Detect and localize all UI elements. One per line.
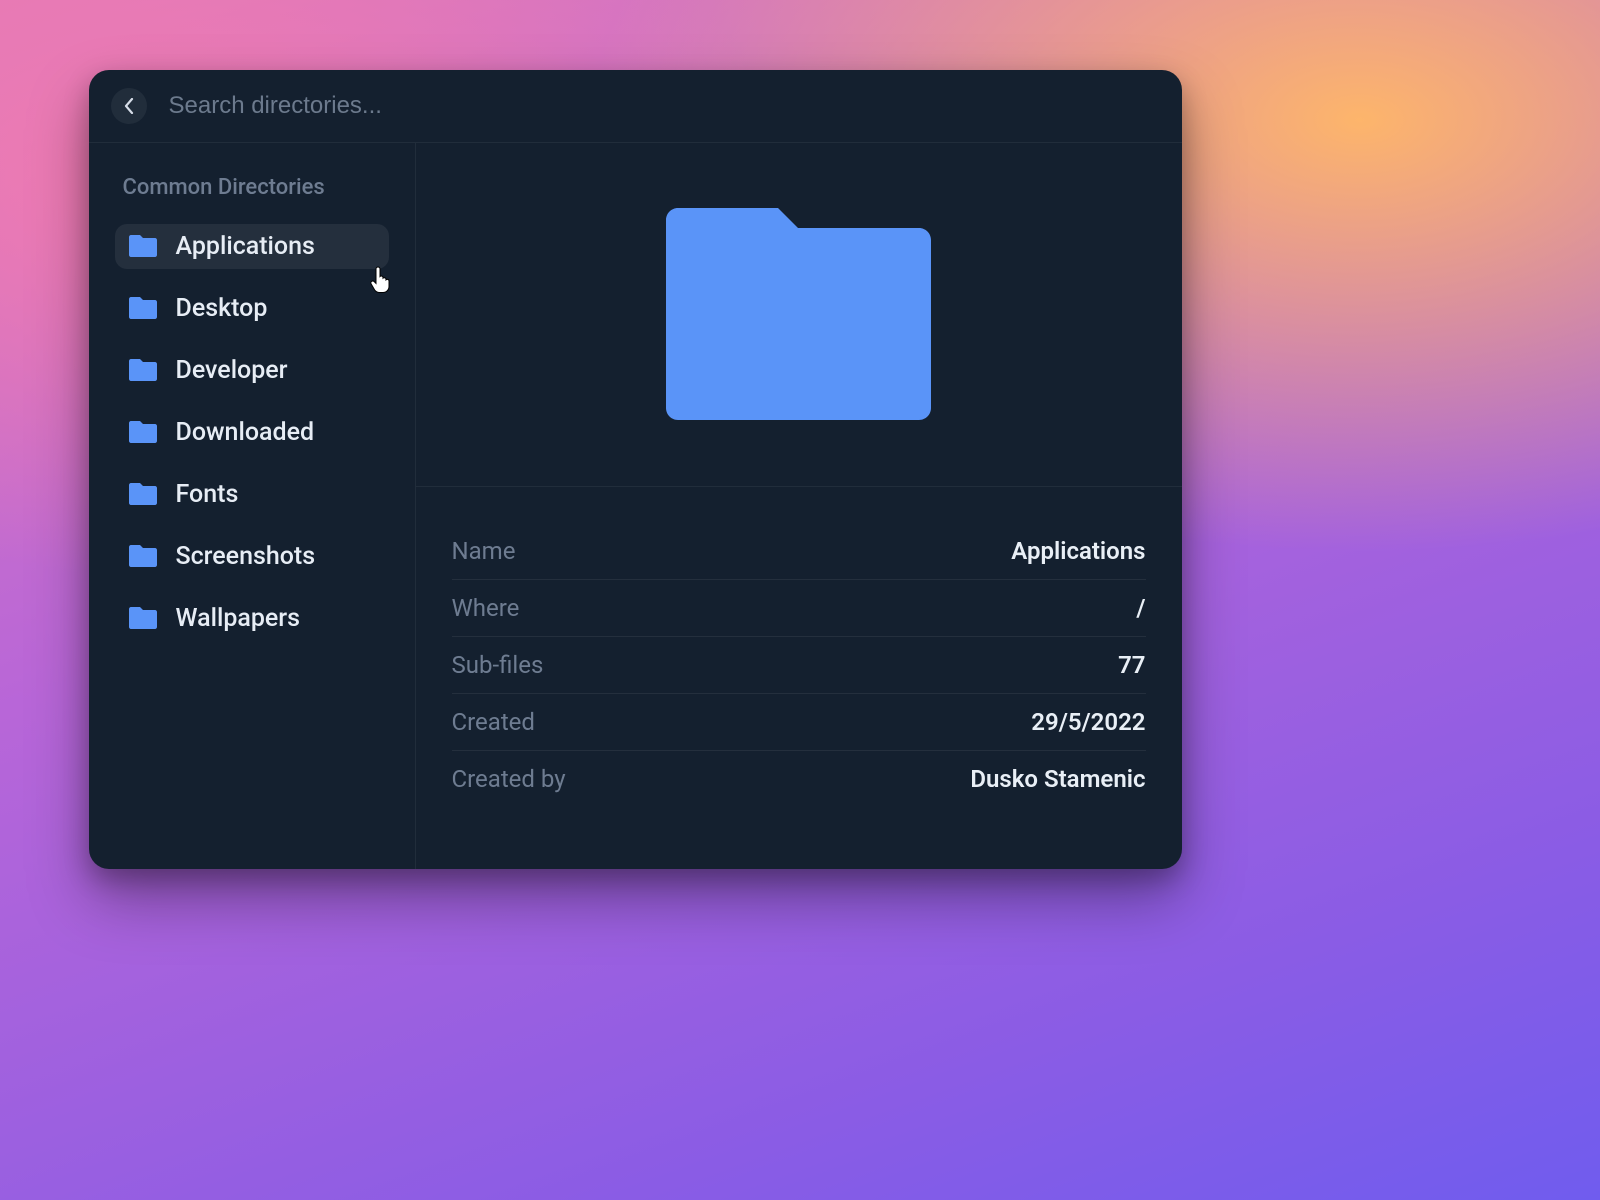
sidebar-item-desktop[interactable]: Desktop xyxy=(115,286,389,331)
sidebar-item-label: Screenshots xyxy=(176,544,316,569)
detail-label: Name xyxy=(452,537,516,565)
detail-row: Name Applications xyxy=(452,523,1146,580)
body: Common Directories Applications Desktop … xyxy=(89,143,1182,869)
detail-row: Created by Dusko Stamenic xyxy=(452,751,1146,807)
header-bar xyxy=(89,70,1182,143)
folder-preview xyxy=(416,143,1182,487)
file-browser-window: Common Directories Applications Desktop … xyxy=(89,70,1182,869)
sidebar-item-screenshots[interactable]: Screenshots xyxy=(115,534,389,579)
detail-value: Dusko Stamenic xyxy=(970,765,1145,793)
detail-label: Created by xyxy=(452,765,566,793)
sidebar-item-developer[interactable]: Developer xyxy=(115,348,389,393)
sidebar-item-wallpapers[interactable]: Wallpapers xyxy=(115,596,389,641)
detail-label: Where xyxy=(452,594,520,622)
folder-icon xyxy=(129,297,157,319)
detail-label: Sub-files xyxy=(452,651,544,679)
folder-icon xyxy=(129,421,157,443)
folder-icon xyxy=(666,208,931,420)
details-table: Name Applications Where / Sub-files 77 Created… xyxy=(416,487,1182,827)
folder-icon xyxy=(129,359,157,381)
folder-icon xyxy=(129,545,157,567)
sidebar-item-downloaded[interactable]: Downloaded xyxy=(115,410,389,455)
detail-row: Created 29/5/2022 xyxy=(452,694,1146,751)
chevron-left-icon xyxy=(124,98,134,114)
detail-value: / xyxy=(1136,594,1145,622)
sidebar: Common Directories Applications Desktop … xyxy=(89,143,416,869)
detail-value: 29/5/2022 xyxy=(1031,708,1145,736)
detail-row: Where / xyxy=(452,580,1146,637)
detail-value: Applications xyxy=(1011,537,1145,565)
folder-icon xyxy=(129,483,157,505)
detail-value: 77 xyxy=(1118,651,1145,679)
detail-row: Sub-files 77 xyxy=(452,637,1146,694)
sidebar-item-label: Wallpapers xyxy=(176,606,301,631)
sidebar-item-fonts[interactable]: Fonts xyxy=(115,472,389,517)
sidebar-item-label: Applications xyxy=(176,234,315,259)
sidebar-item-label: Downloaded xyxy=(176,420,315,445)
sidebar-item-label: Developer xyxy=(176,358,288,383)
back-button[interactable] xyxy=(111,88,147,124)
sidebar-item-applications[interactable]: Applications xyxy=(115,224,389,269)
sidebar-item-label: Fonts xyxy=(176,482,239,507)
search-input[interactable] xyxy=(169,92,1152,120)
folder-icon xyxy=(129,607,157,629)
detail-label: Created xyxy=(452,708,535,736)
sidebar-item-label: Desktop xyxy=(176,296,268,321)
sidebar-title: Common Directories xyxy=(123,175,381,200)
folder-icon xyxy=(129,235,157,257)
main-panel: Name Applications Where / Sub-files 77 Created… xyxy=(416,143,1182,869)
sidebar-list: Applications Desktop Developer Downloade… xyxy=(115,224,389,641)
